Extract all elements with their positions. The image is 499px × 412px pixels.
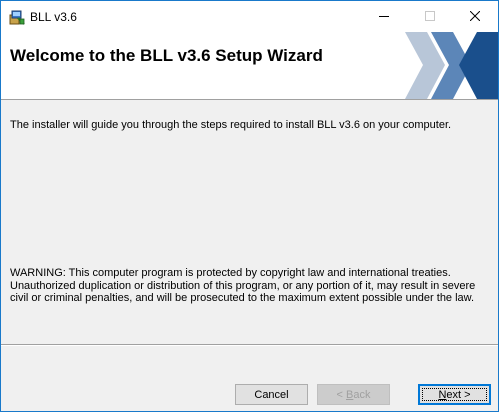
maximize-icon — [425, 8, 435, 26]
title-bar[interactable]: BLL v3.6 — [1, 1, 498, 32]
back-button[interactable]: < Back — [317, 384, 390, 405]
installer-package-icon — [9, 9, 25, 25]
setup-wizard-window: BLL v3.6 Welcome to the BLL v3.6 Setup W… — [0, 0, 499, 412]
cancel-button[interactable]: Cancel — [235, 384, 308, 405]
intro-text: The installer will guide you through the… — [10, 119, 452, 131]
banner-title: Welcome to the BLL v3.6 Setup Wizard — [10, 46, 323, 65]
wizard-banner: Welcome to the BLL v3.6 Setup Wizard — [1, 32, 498, 100]
cancel-button-label: Cancel — [254, 388, 289, 401]
minimize-button[interactable] — [361, 1, 407, 32]
window-title: BLL v3.6 — [30, 10, 77, 24]
copyright-warning: WARNING: This computer program is protec… — [10, 267, 476, 304]
maximize-button[interactable] — [407, 1, 453, 32]
minimize-icon — [379, 8, 389, 26]
focus-rectangle — [422, 388, 487, 401]
footer-divider — [1, 344, 498, 346]
back-prefix: < — [336, 388, 346, 401]
close-icon — [469, 8, 481, 26]
back-button-label: < Back — [337, 389, 371, 401]
close-button[interactable] — [452, 1, 498, 32]
back-rest: ack — [353, 388, 371, 401]
next-button[interactable]: Next > — [418, 384, 491, 405]
chevron-x-logo-icon — [405, 32, 498, 99]
